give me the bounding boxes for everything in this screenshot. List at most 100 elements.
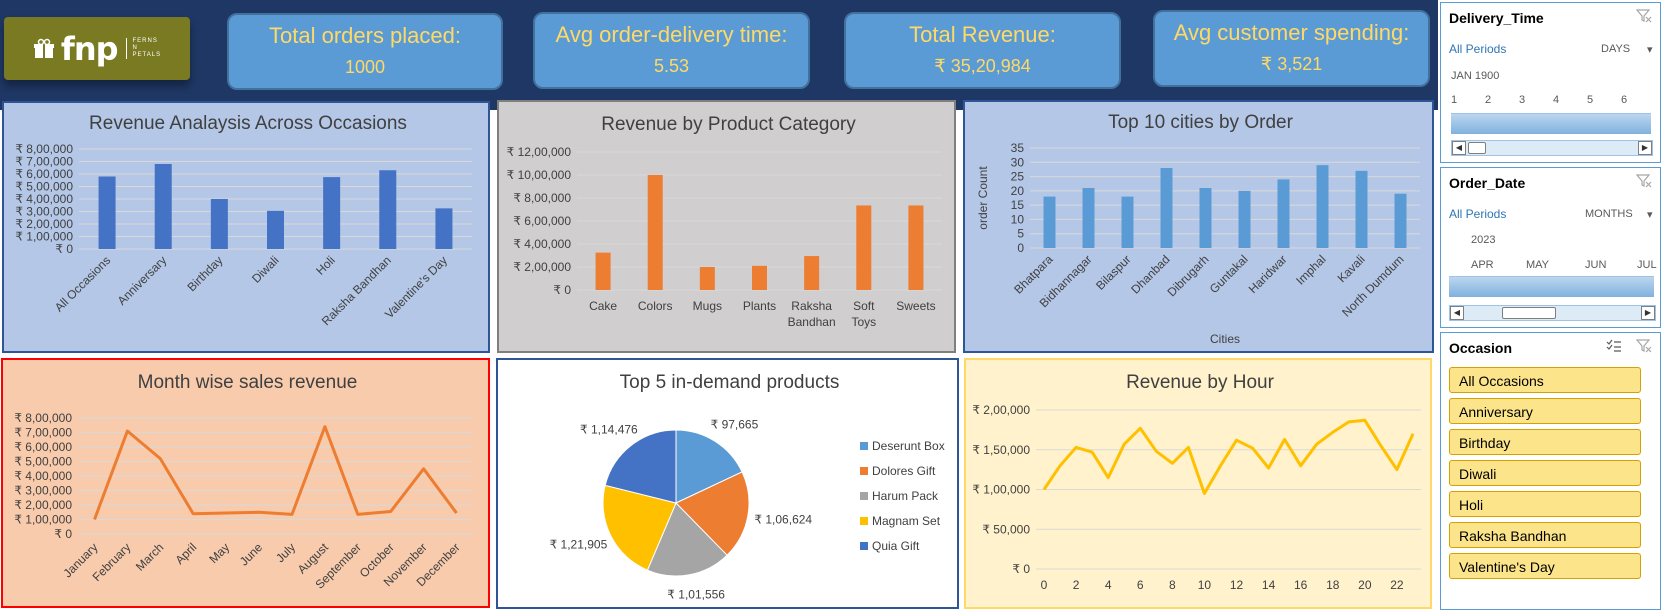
legend-swatch [860, 517, 868, 525]
timeline-tick: JUL [1637, 259, 1657, 271]
y-tick-label: ₹ 0 [553, 283, 571, 297]
x-tick-label: Guntakal [1207, 252, 1251, 296]
bar [210, 199, 228, 249]
data-label: ₹ 1,21,905 [550, 537, 608, 551]
bar [1316, 165, 1329, 248]
logo-sub-1: FERNS [132, 38, 158, 44]
x-tick-label: 6 [1137, 578, 1144, 592]
scroll-left-icon[interactable]: ◀ [1450, 306, 1464, 320]
bar [1394, 193, 1407, 248]
series-line [1042, 418, 1415, 495]
time-level-dropdown[interactable]: MONTHS [1585, 208, 1633, 220]
x-tick-label: 12 [1230, 578, 1244, 592]
scroll-right-icon[interactable]: ▶ [1641, 306, 1655, 320]
chart-top-cities: Top 10 cities by Order 0 5 10 15 20 25 30 35 Bhat… [963, 100, 1434, 353]
x-tick-label: Mugs [693, 299, 722, 313]
legend-label: Quia Gift [872, 539, 920, 553]
data-label: ₹ 1,06,624 [754, 513, 812, 527]
x-tick-label: Raksha [791, 299, 832, 313]
scroll-right-icon[interactable]: ▶ [1638, 141, 1652, 155]
x-tick-label: 18 [1326, 578, 1340, 592]
logo-brand: fnp [60, 29, 119, 68]
y-tick-label: ₹ 5,00,000 [14, 455, 72, 469]
x-tick-label: March [133, 540, 166, 573]
chevron-down-icon[interactable]: ▾ [1647, 43, 1653, 56]
x-tick-label: July [273, 540, 298, 565]
x-axis-title: Cities [1210, 332, 1240, 346]
clear-filter-icon[interactable] [1636, 174, 1652, 188]
bar [1043, 196, 1056, 248]
x-tick-label: Imphal [1293, 252, 1328, 287]
slicer-occasion[interactable]: Occasion All Occasions Anniversary Birth… [1440, 332, 1661, 610]
kpi-title: Avg customer spending: [1173, 20, 1410, 45]
kpi-title: Total orders placed: [269, 23, 461, 48]
x-tick-label: Toys [851, 315, 876, 329]
bar [908, 205, 924, 290]
timeline-bar[interactable] [1451, 113, 1651, 134]
legend-swatch [860, 442, 868, 450]
scroll-thumb[interactable] [1468, 142, 1486, 154]
slicer-delivery-time[interactable]: Delivery_Time All Periods DAYS ▾ JAN 190… [1440, 2, 1661, 163]
legend-label: Dolores Gift [872, 464, 936, 478]
clear-filter-icon[interactable] [1636, 339, 1652, 353]
chart-svg: Top 5 in-demand products ₹ 97,665 ₹ 1,06,6… [550, 372, 945, 601]
chart-title: Top 10 cities by Order [1108, 112, 1293, 133]
all-periods-link[interactable]: All Periods [1449, 42, 1506, 56]
all-periods-link[interactable]: All Periods [1449, 207, 1506, 221]
timeline-scrollbar[interactable]: ◀ ▶ [1451, 140, 1653, 156]
x-tick-label: 0 [1041, 578, 1048, 592]
bar [1277, 179, 1290, 248]
y-tick-label: 20 [1011, 184, 1025, 198]
kpi-title: Avg order-delivery time: [555, 22, 788, 47]
y-tick-label: ₹ 4,00,000 [513, 237, 571, 251]
timeline-tick: 6 [1621, 94, 1628, 106]
slicer-item-raksha-bandhan[interactable]: Raksha Bandhan [1449, 522, 1641, 548]
x-tick-label: Haridwar [1246, 252, 1290, 296]
timeline-bar[interactable] [1449, 276, 1654, 297]
y-tick-label: ₹ 6,00,000 [14, 440, 72, 454]
timeline-tick: MAY [1526, 259, 1550, 271]
chart-svg: Revenue Analaysis Across Occasions ₹ 0₹ 1… [15, 113, 472, 328]
slicer-order-date[interactable]: Order_Date All Periods MONTHS ▾ 2023 APR… [1440, 167, 1661, 328]
x-tick-label: Bandhan [788, 315, 836, 329]
y-tick-label: 0 [1017, 241, 1024, 255]
slicer-title: Order_Date [1449, 175, 1526, 191]
data-label: ₹ 97,665 [711, 417, 759, 431]
bar [1238, 190, 1251, 248]
y-tick-label: ₹ 10,00,000 [507, 168, 572, 182]
y-tick-label: 30 [1011, 155, 1025, 169]
y-tick-label: ₹ 0 [54, 527, 72, 541]
slicer-title: Delivery_Time [1449, 10, 1544, 26]
slicer-item-birthday[interactable]: Birthday [1449, 429, 1641, 455]
kpi-total-revenue: Total Revenue: ₹ 35,20,984 [844, 12, 1121, 89]
timeline-tick: APR [1471, 259, 1494, 271]
x-tick-label: 20 [1358, 578, 1372, 592]
y-tick-label: ₹ 7,00,000 [14, 426, 72, 440]
slicer-item-holi[interactable]: Holi [1449, 491, 1641, 517]
y-tick-label: ₹ 1,00,000 [14, 513, 72, 527]
slicer-item-all-occasions[interactable]: All Occasions [1449, 367, 1641, 393]
time-level-dropdown[interactable]: DAYS [1601, 43, 1630, 55]
multi-select-icon[interactable] [1606, 339, 1622, 353]
x-tick-label: Holi [313, 253, 338, 278]
chart-revenue-occasions: Revenue Analaysis Across Occasions ₹ 0 ₹ 1… [2, 101, 490, 353]
timeline-scrollbar[interactable]: ◀ ▶ [1449, 305, 1656, 321]
chart-revenue-hour: Revenue by Hour ₹ 0 ₹ 50,000 ₹ 1,00,000 ₹ 1,… [964, 358, 1432, 609]
slicer-item-valentines-day[interactable]: Valentine's Day [1449, 553, 1641, 579]
x-tick-label: Soft [853, 299, 875, 313]
x-tick-label: Kavali [1335, 252, 1368, 285]
slicer-item-diwali[interactable]: Diwali [1449, 460, 1641, 486]
x-tick-label: All Occasions [52, 253, 113, 314]
clear-filter-icon[interactable] [1636, 9, 1652, 23]
y-tick-label: 25 [1011, 170, 1025, 184]
scroll-left-icon[interactable]: ◀ [1452, 141, 1466, 155]
bar [595, 252, 611, 290]
slicer-item-anniversary[interactable]: Anniversary [1449, 398, 1641, 424]
bar [1355, 170, 1368, 248]
timeline-tick: 4 [1553, 94, 1560, 106]
chevron-down-icon[interactable]: ▾ [1647, 208, 1653, 221]
scroll-thumb[interactable] [1502, 307, 1556, 319]
kpi-value: ₹ 35,20,984 [934, 56, 1031, 76]
kpi-title: Total Revenue: [909, 22, 1056, 47]
bar [1082, 188, 1095, 248]
